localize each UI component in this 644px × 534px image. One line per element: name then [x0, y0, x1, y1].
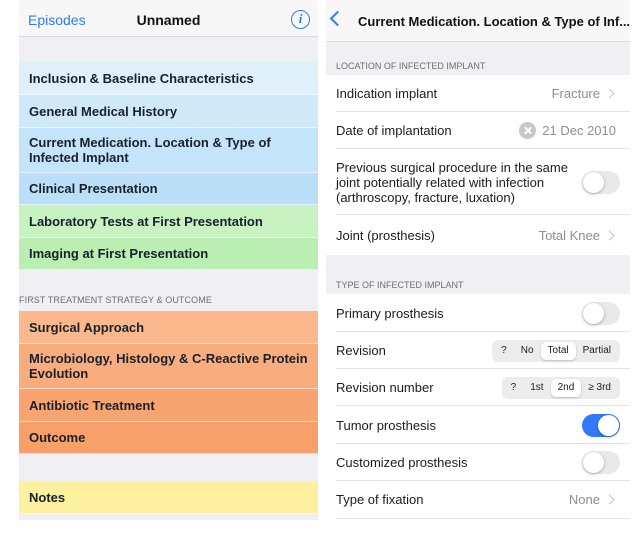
- primary-prosthesis-toggle[interactable]: [582, 302, 620, 325]
- revision-option-partial[interactable]: Partial: [576, 342, 618, 360]
- row-label: Revision number: [336, 380, 434, 395]
- chevron-left-icon[interactable]: [329, 10, 346, 27]
- section-item-label: Clinical Presentation: [29, 181, 158, 196]
- section-item-label: Microbiology, Histology & C-Reactive Pro…: [29, 351, 308, 381]
- section-item-label: Surgical Approach: [29, 319, 145, 335]
- group-header-label: LOCATION OF INFECTED IMPLANT: [336, 61, 486, 71]
- section-item-microbiology[interactable]: Microbiology, Histology & C-Reactive Pro…: [19, 344, 318, 389]
- section-item-label: Notes: [29, 489, 66, 505]
- episode-sections-pane: Episodes Unnamed i Inclusion & Baseline …: [19, 0, 318, 520]
- section-item-surgical-approach[interactable]: Surgical Approach: [19, 311, 318, 344]
- row-revision: Revision ? No Total Partial: [326, 332, 630, 369]
- row-label: Customized prosthesis: [336, 455, 468, 470]
- row-label: Date of implantation: [336, 123, 452, 138]
- episode-title: Unnamed: [136, 12, 201, 28]
- joint-prosthesis-value: Total Knee: [538, 228, 600, 243]
- tumor-prosthesis-toggle[interactable]: [582, 414, 620, 437]
- row-indication-implant[interactable]: Indication implant Fracture: [326, 75, 630, 112]
- toggle-knob: [583, 303, 604, 324]
- row-separator: [336, 518, 630, 519]
- group-header-label: TYPE OF INFECTED IMPLANT: [336, 280, 464, 290]
- toggle-knob: [583, 452, 604, 473]
- toggle-knob: [583, 172, 604, 193]
- row-label: Primary prosthesis: [336, 306, 444, 321]
- group-header-type: TYPE OF INFECTED IMPLANT: [326, 255, 630, 294]
- group-header-location: LOCATION OF INFECTED IMPLANT: [326, 42, 630, 75]
- section-detail-pane: Current Medication. Location & Type of I…: [326, 0, 630, 520]
- section-item-clinical-presentation[interactable]: Clinical Presentation: [19, 173, 318, 205]
- row-label: Type of fixation: [336, 492, 424, 507]
- type-of-fixation-value: None: [568, 492, 600, 507]
- section-item-label: Outcome: [29, 430, 86, 445]
- row-type-of-fixation[interactable]: Type of fixation None: [326, 481, 630, 519]
- chevron-right-icon: [604, 88, 615, 99]
- row-primary-prosthesis: Primary prosthesis: [326, 294, 630, 332]
- row-joint-prosthesis[interactable]: Joint (prosthesis) Total Knee: [326, 215, 630, 255]
- indication-implant-value: Fracture: [551, 86, 600, 101]
- row-revision-number: Revision number ? 1st 2nd ≥ 3rd: [326, 369, 630, 406]
- row-tumor-prosthesis: Tumor prosthesis: [326, 406, 630, 444]
- revision-option-no[interactable]: No: [514, 342, 541, 360]
- section-item-notes[interactable]: Notes: [19, 481, 318, 514]
- revision-segmented-control: ? No Total Partial: [492, 340, 620, 362]
- section-item-outcome[interactable]: Outcome: [19, 422, 318, 454]
- row-label: Previous surgical procedure in the same …: [336, 160, 568, 205]
- detail-title: Current Medication. Location & Type of I…: [358, 14, 631, 29]
- section-item-label: Imaging at First Presentation: [29, 246, 209, 261]
- implantation-date-value[interactable]: 21 Dec 2010: [542, 123, 616, 138]
- section-item-label: General Medical History: [29, 103, 178, 119]
- row-label: Indication implant: [336, 86, 438, 101]
- revision-number-option-3rd-plus[interactable]: ≥ 3rd: [581, 379, 618, 397]
- customized-prosthesis-toggle[interactable]: [582, 451, 620, 474]
- section-item-current-medication[interactable]: Current Medication. Location & Type of I…: [19, 128, 318, 173]
- revision-number-option-1st[interactable]: 1st: [523, 379, 550, 397]
- revision-number-option-unknown[interactable]: ?: [504, 379, 524, 397]
- row-label: Revision: [336, 343, 386, 358]
- section-item-label: Inclusion & Baseline Characteristics: [29, 70, 254, 86]
- info-circle-icon[interactable]: i: [291, 10, 310, 29]
- chevron-right-icon: [604, 230, 615, 241]
- revision-option-total[interactable]: Total: [540, 342, 576, 360]
- section-item-general-history[interactable]: General Medical History: [19, 95, 318, 128]
- section-item-antibiotic-treatment[interactable]: Antibiotic Treatment: [19, 389, 318, 422]
- chevron-right-icon: [604, 494, 615, 505]
- revision-option-unknown[interactable]: ?: [494, 342, 514, 360]
- revision-number-segmented-control: ? 1st 2nd ≥ 3rd: [501, 377, 620, 399]
- toggle-knob: [598, 415, 619, 436]
- right-navigation-bar: Current Medication. Location & Type of I…: [326, 0, 630, 42]
- clear-date-icon[interactable]: [519, 122, 536, 139]
- left-navigation-bar: Episodes Unnamed i: [19, 0, 318, 37]
- section-item-inclusion[interactable]: Inclusion & Baseline Characteristics: [19, 62, 318, 95]
- previous-surgery-toggle[interactable]: [582, 171, 620, 194]
- section-item-laboratory-tests[interactable]: Laboratory Tests at First Presentation: [19, 205, 318, 238]
- row-customized-prosthesis: Customized prosthesis: [326, 444, 630, 481]
- section-item-imaging[interactable]: Imaging at First Presentation: [19, 238, 318, 270]
- section-header-first-treatment: FIRST TREATMENT STRATEGY & OUTCOME: [19, 295, 212, 305]
- section-item-label: Laboratory Tests at First Presentation: [29, 213, 263, 229]
- row-label: Joint (prosthesis): [336, 228, 435, 243]
- row-label: Tumor prosthesis: [336, 418, 436, 433]
- row-date-of-implantation[interactable]: Date of implantation 21 Dec 2010: [326, 112, 630, 149]
- section-item-label: Current Medication. Location & Type of I…: [29, 135, 271, 165]
- revision-number-option-2nd[interactable]: 2nd: [550, 379, 582, 397]
- row-previous-surgical-procedure: Previous surgical procedure in the same …: [326, 149, 630, 215]
- section-item-label: Antibiotic Treatment: [29, 397, 155, 413]
